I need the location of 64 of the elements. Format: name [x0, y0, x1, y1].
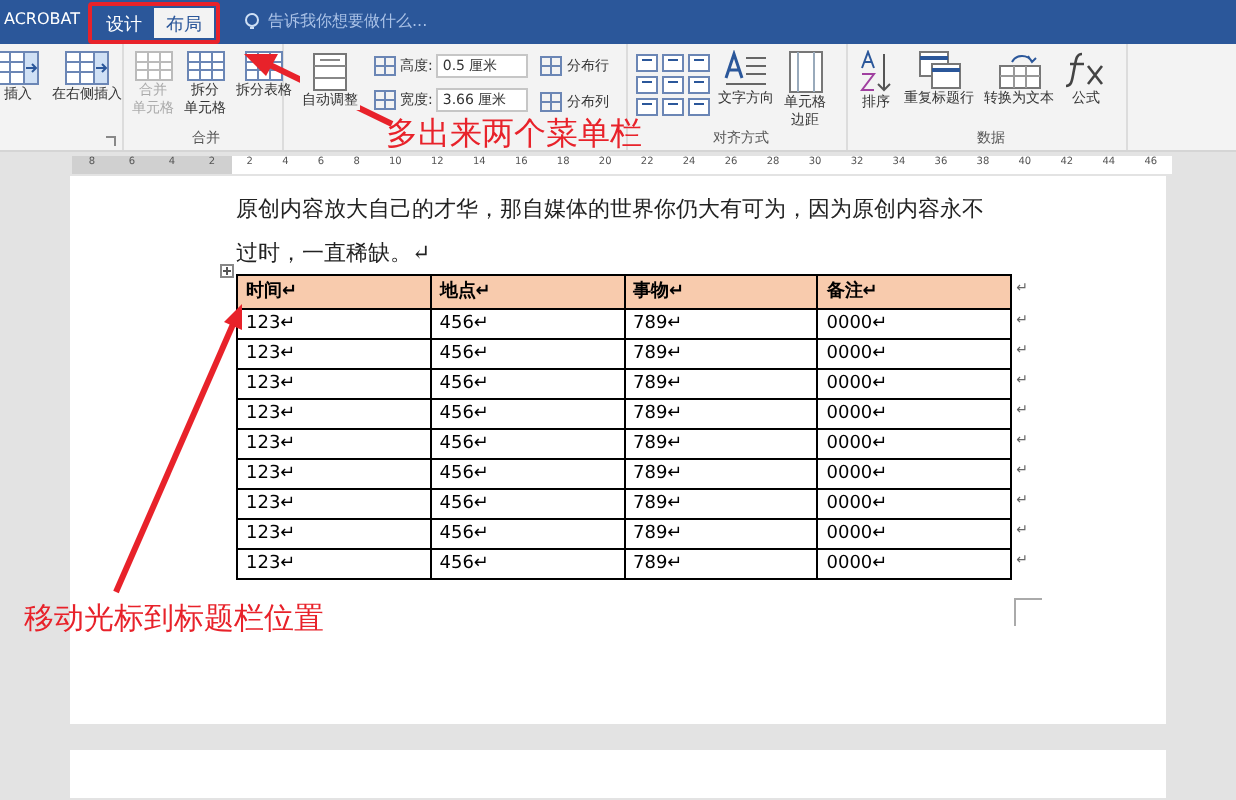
table-cell: 789↵: [625, 400, 819, 430]
align-icon: [688, 76, 710, 94]
table-cell: 0000↵: [818, 430, 1012, 460]
align-icon: [636, 98, 658, 116]
table-cell: 789↵: [625, 430, 819, 460]
table-cell: 789↵: [625, 520, 819, 550]
align-icon: [636, 76, 658, 94]
paragraph-line: 原创内容放大自己的才华，那自媒体的世界你仍大有可为，因为原创内容永不: [236, 194, 986, 226]
distribute-icon: [540, 56, 563, 77]
search-field[interactable]: 告诉我你想要做什么...: [268, 10, 428, 34]
table-cell: 789↵: [625, 370, 819, 400]
table-cell: 456↵: [431, 460, 625, 490]
column-header: 事物↵: [625, 276, 819, 310]
table-cell: 123↵: [238, 520, 432, 550]
column-header: 地点↵: [431, 276, 625, 310]
table-cell: 789↵: [625, 490, 819, 520]
paragraph-line: 过时，一直稀缺。↵: [236, 238, 433, 270]
table-cell: 0000↵: [818, 460, 1012, 490]
table-cell: 123↵: [238, 460, 432, 490]
table-cell: 789↵: [625, 340, 819, 370]
table-cell: 123↵: [238, 550, 432, 580]
annotation-text: 多出来两个菜单栏: [386, 116, 642, 152]
table-cell: 0000↵: [818, 400, 1012, 430]
table-cell: 789↵: [625, 310, 819, 340]
table-cell: 123↵: [238, 490, 432, 520]
table-cell: 0000↵: [818, 370, 1012, 400]
size-icon: [374, 56, 396, 76]
distribute-icon: [540, 91, 563, 112]
table-cell: 0000↵: [818, 340, 1012, 370]
column-header: 备注↵: [818, 276, 1012, 310]
annotation-text: 移动光标到标题栏位置: [24, 598, 324, 640]
table-cell: 0000↵: [818, 520, 1012, 550]
align-icon: [662, 54, 684, 72]
table-cell: 123↵: [238, 400, 432, 430]
table-cell: 0000↵: [818, 310, 1012, 340]
move-handle-icon[interactable]: [220, 264, 234, 278]
align-icon: [688, 54, 710, 72]
table-cell: 789↵: [625, 550, 819, 580]
table-cell: 456↵: [431, 490, 625, 520]
page-corner-icon: [1014, 598, 1042, 626]
table-cell: 456↵: [431, 310, 625, 340]
ribbon-tab[interactable]: 布局: [154, 8, 214, 38]
align-icon: [636, 54, 658, 72]
size-icon: [374, 90, 396, 110]
table-cell: 123↵: [238, 370, 432, 400]
table-cell: 0000↵: [818, 490, 1012, 520]
table-cell: 456↵: [431, 340, 625, 370]
ribbon-tab[interactable]: 设计: [94, 8, 154, 38]
table-cell: 123↵: [238, 430, 432, 460]
lightbulb-icon: [244, 12, 260, 32]
table-cell: 456↵: [431, 430, 625, 460]
align-icon: [662, 98, 684, 116]
align-icon: [662, 76, 684, 94]
table-cell: 456↵: [431, 520, 625, 550]
table-cell: 456↵: [431, 370, 625, 400]
table-cell: 456↵: [431, 400, 625, 430]
table-cell: 456↵: [431, 550, 625, 580]
table-cell: 123↵: [238, 340, 432, 370]
align-icon: [688, 98, 710, 116]
app-tab[interactable]: ACROBAT: [0, 8, 88, 44]
table-cell: 0000↵: [818, 550, 1012, 580]
table-cell: 789↵: [625, 460, 819, 490]
column-header: 时间↵: [238, 276, 432, 310]
launcher-icon[interactable]: [106, 136, 116, 146]
